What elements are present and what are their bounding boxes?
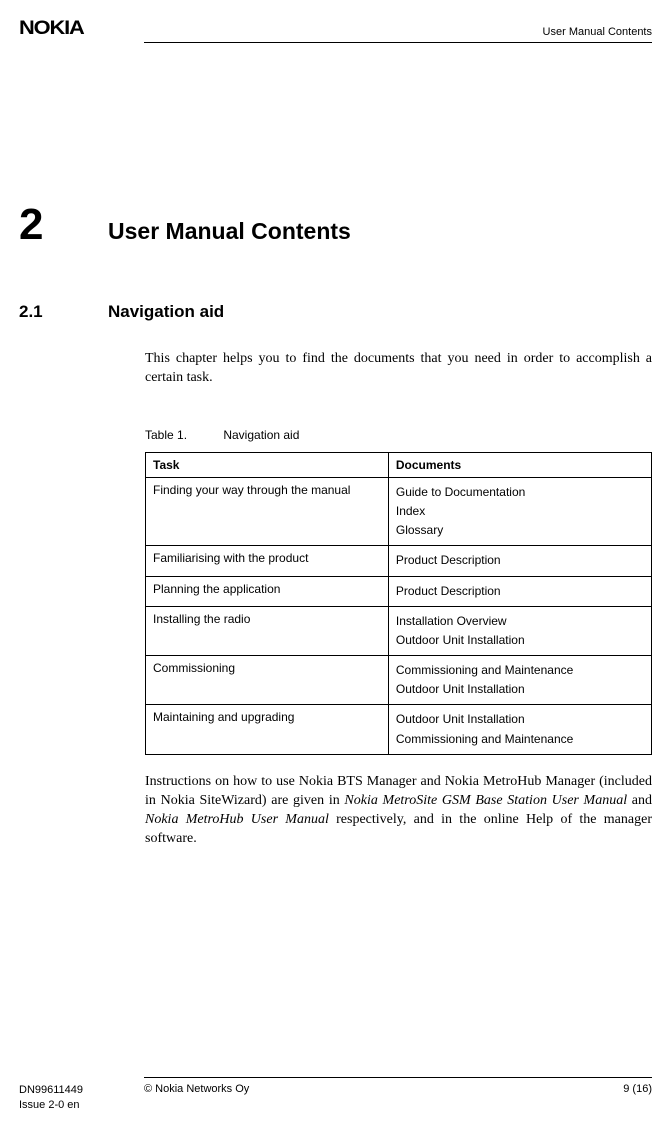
table-cell-task: Finding your way through the manual <box>146 477 389 546</box>
document-item: Glossary <box>396 521 644 540</box>
footer-copyright: © Nokia Networks Oy <box>144 1083 623 1112</box>
navigation-table: Task Documents Finding your way through … <box>145 452 652 755</box>
table-row: Maintaining and upgradingOutdoor Unit In… <box>146 705 652 754</box>
table-caption-text: Navigation aid <box>223 428 299 442</box>
table-row: Planning the application Product Descript… <box>146 576 652 606</box>
chapter-title: User Manual Contents <box>108 218 351 245</box>
document-item: Commissioning and Maintenance <box>396 661 644 680</box>
header-rule <box>144 42 652 43</box>
section-heading: 2.1 Navigation aid <box>19 302 652 322</box>
document-item: Product Description <box>396 582 644 601</box>
document-item: Installation Overview <box>396 612 644 631</box>
document-item: Outdoor Unit Installation <box>396 631 644 650</box>
table-row: Finding your way through the manualGuide… <box>146 477 652 546</box>
document-item: Guide to Documentation <box>396 483 644 502</box>
table-cell-task: Familiarising with the product <box>146 546 389 576</box>
table-cell-task: Planning the application <box>146 576 389 606</box>
table-cell-documents: Product Description <box>388 546 651 576</box>
footer-page-number: 9 (16) <box>623 1083 652 1112</box>
document-item: Commissioning and Maintenance <box>396 730 644 749</box>
document-item: Index <box>396 502 644 521</box>
footer-issue: Issue 2-0 en <box>19 1098 144 1112</box>
section-number: 2.1 <box>19 302 108 322</box>
table-cell-documents: Outdoor Unit InstallationCommissioning a… <box>388 705 651 754</box>
page-footer: DN99611449 Issue 2-0 en © Nokia Networks… <box>19 1077 652 1112</box>
chapter-number: 2 <box>19 203 108 247</box>
italic-title-1: Nokia MetroSite GSM Base Station User Ma… <box>344 793 627 808</box>
document-item: Outdoor Unit Installation <box>396 680 644 699</box>
table-label: Table 1. <box>145 428 220 442</box>
footer-doc-id: DN99611449 <box>19 1083 144 1097</box>
document-item: Outdoor Unit Installation <box>396 710 644 729</box>
table-header-documents: Documents <box>388 452 651 477</box>
table-header-task: Task <box>146 452 389 477</box>
table-cell-task: Maintaining and upgrading <box>146 705 389 754</box>
text-segment: and <box>627 793 652 808</box>
chapter-heading: 2 User Manual Contents <box>19 203 652 247</box>
footer-rule <box>144 1077 652 1078</box>
table-cell-documents: Installation OverviewOutdoor Unit Instal… <box>388 606 651 655</box>
table-cell-documents: Guide to DocumentationIndexGlossary <box>388 477 651 546</box>
nokia-logo: NOKIA <box>19 18 84 40</box>
table-row: Installing the radioInstallation Overvie… <box>146 606 652 655</box>
table-header-row: Task Documents <box>146 452 652 477</box>
header-manual-title: User Manual Contents <box>543 26 652 40</box>
after-table-paragraph: Instructions on how to use Nokia BTS Man… <box>145 773 652 849</box>
document-item: Product Description <box>396 551 644 570</box>
section-intro: This chapter helps you to find the docum… <box>145 350 652 388</box>
section-title: Navigation aid <box>108 302 224 322</box>
table-row: CommissioningCommissioning and Maintenan… <box>146 656 652 705</box>
table-cell-task: Commissioning <box>146 656 389 705</box>
italic-title-2: Nokia MetroHub User Manual <box>145 812 329 827</box>
table-cell-documents: Commissioning and MaintenanceOutdoor Uni… <box>388 656 651 705</box>
table-caption: Table 1. Navigation aid <box>145 428 652 442</box>
table-row: Familiarising with the product Product De… <box>146 546 652 576</box>
table-cell-documents: Product Description <box>388 576 651 606</box>
page-header: NOKIA User Manual Contents <box>19 18 652 40</box>
footer-doc-info: DN99611449 Issue 2-0 en <box>19 1083 144 1112</box>
table-cell-task: Installing the radio <box>146 606 389 655</box>
